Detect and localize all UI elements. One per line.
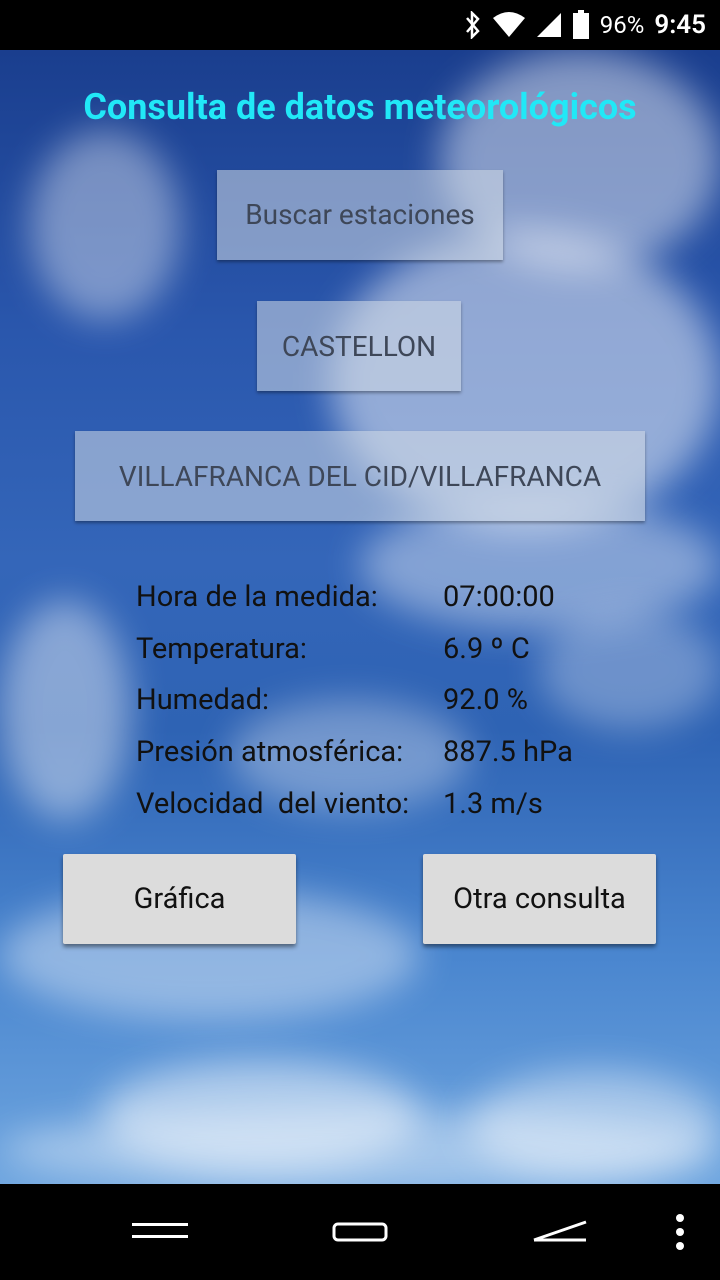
province-label: CASTELLON: [281, 330, 437, 363]
measurement-label-time: Hora de la medida:: [136, 580, 378, 614]
back-icon[interactable]: [532, 1214, 588, 1246]
measurement-value-humidity: 92.0 %: [443, 683, 528, 717]
measurement-value-time: 07:00:00: [443, 580, 555, 614]
signal-icon: [536, 13, 561, 37]
clock: 9:45: [654, 10, 706, 40]
wifi-icon: [492, 12, 525, 37]
overflow-menu-icon[interactable]: [674, 1212, 686, 1252]
measurement-value-temperature: 6.9 º C: [443, 632, 530, 666]
battery-percentage: 96%: [599, 11, 645, 39]
recents-icon[interactable]: [132, 1220, 188, 1242]
station-button[interactable]: VILLAFRANCA DEL CID/VILLAFRANCA: [75, 431, 645, 521]
home-icon[interactable]: [332, 1220, 388, 1244]
measurement-label-humidity: Humedad:: [136, 683, 269, 717]
navigation-bar: [0, 1184, 720, 1280]
province-button[interactable]: CASTELLON: [257, 301, 461, 391]
measurement-value-pressure: 887.5 hPa: [443, 735, 573, 769]
chart-button-label: Gráfica: [133, 882, 226, 916]
station-label: VILLAFRANCA DEL CID/VILLAFRANCA: [118, 460, 602, 493]
new-query-button[interactable]: Otra consulta: [423, 854, 656, 944]
new-query-button-label: Otra consulta: [453, 882, 626, 916]
measurement-label-wind: Velocidad del viento:: [136, 787, 410, 821]
page-title: Consulta de datos meteorológicos: [83, 86, 637, 128]
status-bar: 96% 9:45: [0, 0, 720, 50]
bluetooth-icon: [465, 11, 480, 39]
search-stations-button[interactable]: Buscar estaciones: [217, 170, 503, 260]
measurement-label-pressure: Presión atmosférica:: [136, 735, 404, 769]
search-stations-label: Buscar estaciones: [245, 198, 475, 231]
chart-button[interactable]: Gráfica: [63, 854, 296, 944]
battery-icon: [572, 10, 589, 39]
measurement-label-temperature: Temperatura:: [136, 632, 307, 666]
measurement-value-wind: 1.3 m/s: [443, 787, 543, 821]
